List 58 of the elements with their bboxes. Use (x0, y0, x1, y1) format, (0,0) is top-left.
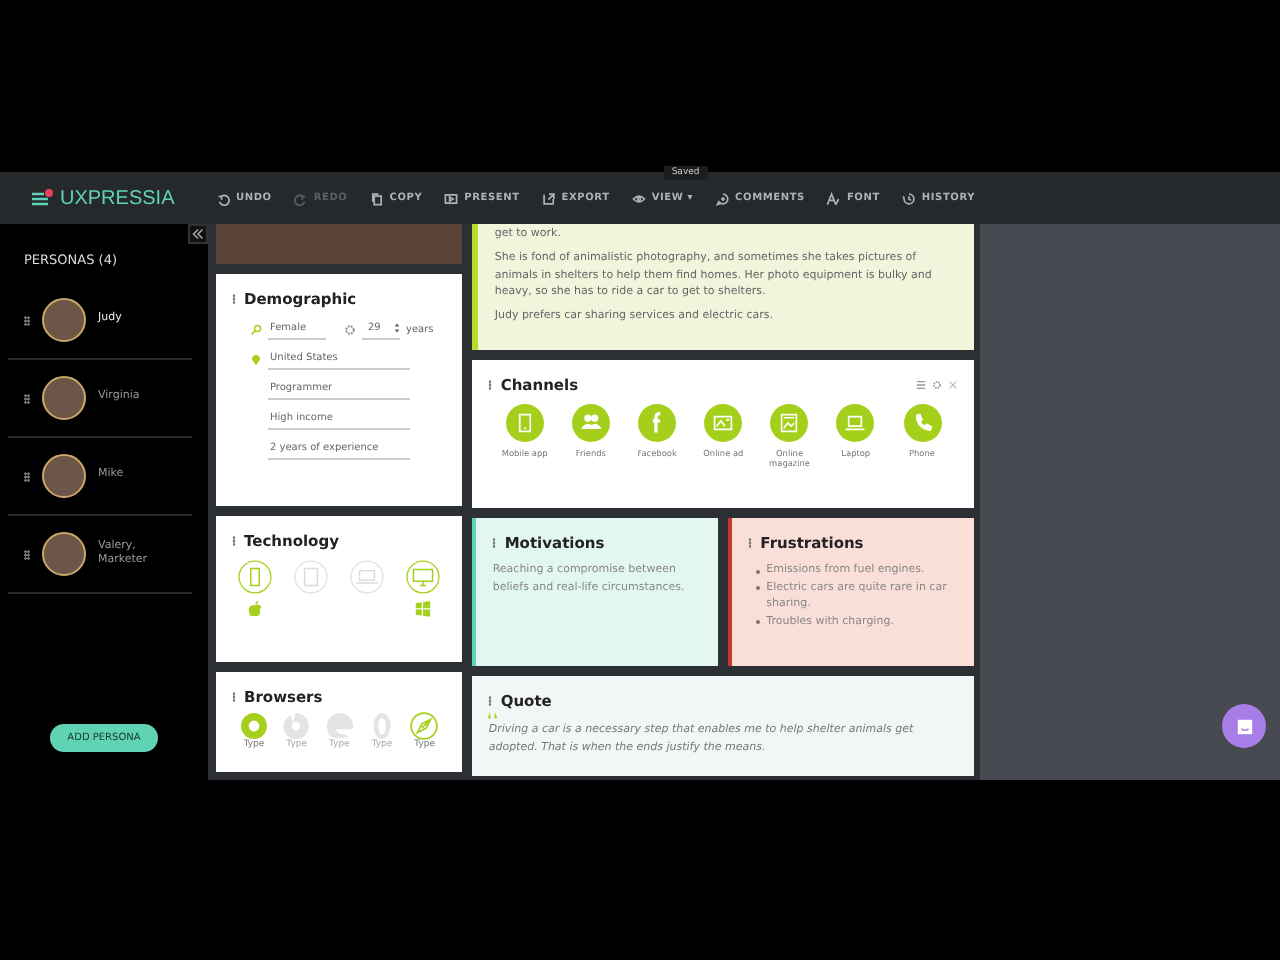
font-icon (826, 191, 841, 205)
drag-handle-icon[interactable] (24, 315, 30, 325)
laptop-icon[interactable] (350, 560, 385, 594)
double-chevron-icon (192, 228, 204, 240)
location-pin-icon (250, 353, 262, 365)
chat-button[interactable] (1222, 704, 1266, 748)
drag-handle-icon[interactable] (24, 549, 30, 559)
desktop-icon[interactable] (406, 560, 441, 594)
export-icon (541, 191, 556, 205)
quote-mark-icon (488, 712, 501, 720)
browser-icon[interactable] (282, 712, 311, 740)
settings-icon[interactable] (932, 380, 942, 390)
list-icon[interactable] (916, 380, 926, 390)
laptop-channel-icon[interactable] (836, 404, 875, 442)
browser-icon[interactable] (240, 712, 268, 740)
drag-handle-icon[interactable] (488, 696, 493, 706)
app-logo: UXPRESSIA (60, 187, 177, 209)
friends-channel-icon[interactable] (571, 404, 610, 442)
ad-channel-icon[interactable] (704, 404, 743, 442)
logo-icon (30, 188, 54, 208)
drag-handle-icon[interactable] (232, 294, 236, 304)
avatar (42, 298, 86, 342)
comment-icon (715, 191, 730, 205)
mobile-channel-icon[interactable] (505, 404, 544, 442)
avatar (42, 376, 86, 420)
browser-icon[interactable] (325, 712, 354, 740)
copy-icon (369, 191, 384, 205)
drag-handle-icon[interactable] (24, 393, 30, 403)
history-icon (901, 191, 916, 205)
chat-icon (1235, 717, 1253, 735)
avatar (42, 532, 86, 576)
phone-channel-icon[interactable] (903, 404, 941, 442)
drag-handle-icon[interactable] (232, 536, 236, 546)
facebook-channel-icon[interactable] (638, 404, 677, 442)
phone-icon[interactable] (238, 560, 272, 594)
browser-icon[interactable] (367, 712, 396, 740)
drag-handle-icon[interactable] (488, 380, 493, 390)
bullet-icon (756, 586, 761, 591)
bullet-icon (756, 620, 761, 625)
apple-icon (246, 600, 264, 618)
gear-icon (344, 323, 356, 335)
windows-icon (414, 600, 433, 618)
redo-icon (293, 191, 308, 205)
avatar (42, 454, 86, 498)
undo-icon (216, 191, 230, 205)
play-icon (444, 191, 459, 205)
tablet-icon[interactable] (294, 560, 329, 594)
drag-handle-icon[interactable] (748, 538, 753, 548)
drag-handle-icon[interactable] (492, 538, 497, 548)
collapse-button[interactable] (188, 224, 208, 244)
drag-handle-icon[interactable] (232, 692, 236, 702)
magazine-channel-icon[interactable] (770, 404, 809, 442)
close-icon[interactable] (948, 380, 958, 390)
drag-handle-icon[interactable] (24, 471, 30, 481)
gender-icon (250, 323, 262, 335)
spinner-arrows-icon[interactable] (394, 322, 400, 334)
browser-icon[interactable] (410, 712, 439, 740)
eye-icon (631, 191, 646, 205)
